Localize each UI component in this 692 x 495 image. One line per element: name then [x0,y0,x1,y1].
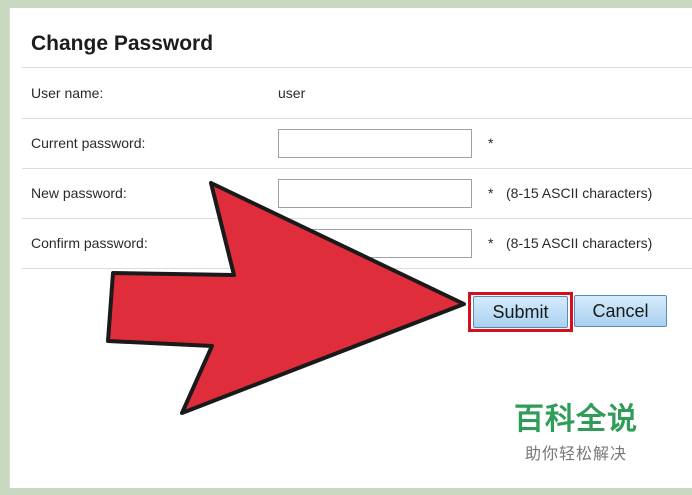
watermark-title: 百科全说 [514,402,638,437]
watermark-subtitle: 助你轻松解决 [524,444,627,463]
watermark: 百科全说 助你轻松解决 [512,403,640,464]
